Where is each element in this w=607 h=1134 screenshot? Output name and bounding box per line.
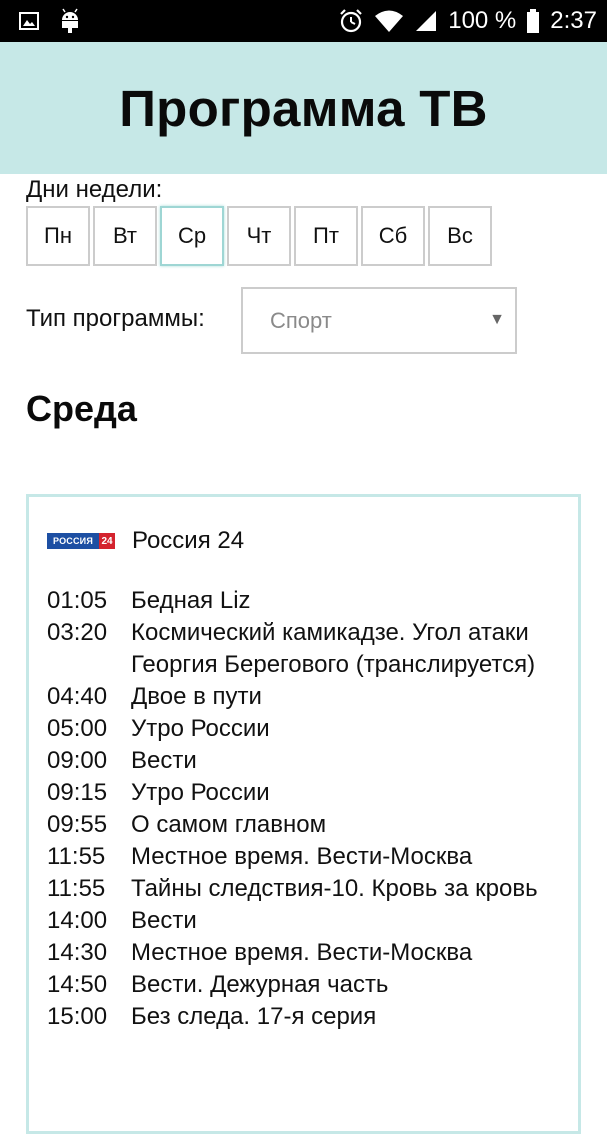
schedule-list: 01:05 Бедная Liz 03:20 Космический камик… <box>47 585 567 1033</box>
program-time: 04:40 <box>47 683 108 710</box>
program-time: 11:55 <box>47 875 106 902</box>
day-button-wed[interactable]: Ср <box>160 206 224 266</box>
app-header: Программа ТВ <box>0 42 607 174</box>
program-title: Утро России <box>131 715 270 742</box>
program-time: 03:20 <box>47 619 108 646</box>
program-title: О самом главном <box>131 811 327 838</box>
status-bar: 100 % 2:37 <box>0 0 607 42</box>
day-button-thu[interactable]: Чт <box>227 206 291 266</box>
program-title: Без следа. 17-я серия <box>131 1003 377 1030</box>
clock-time: 2:37 <box>550 7 597 34</box>
program-time: 14:50 <box>47 971 108 998</box>
status-left <box>18 8 82 39</box>
program-title: Местное время. Вести-Москва <box>131 843 473 870</box>
caret-down-icon: ▼ <box>489 311 505 328</box>
program-title: Вести <box>131 907 197 934</box>
program-title: Вести <box>131 747 197 774</box>
program-time: 09:00 <box>47 747 108 774</box>
status-right: 100 % 2:37 <box>338 0 597 42</box>
program-type-label: Тип программы: <box>26 305 205 332</box>
schedule-row: 04:40 Двое в пути <box>47 681 567 713</box>
channel-logo-number: 24 <box>99 533 115 549</box>
signal-icon <box>414 9 438 33</box>
program-title: Бедная Liz <box>131 587 251 614</box>
program-title: Тайны следствия-10. Кровь за кровь <box>131 875 538 902</box>
program-time: 14:30 <box>47 939 108 966</box>
program-type-value: Спорт <box>270 307 332 333</box>
program-time: 15:00 <box>47 1003 108 1030</box>
program-title: Космический камикадзе. Угол атаки Георги… <box>131 619 536 678</box>
page-title: Программа ТВ <box>119 79 488 137</box>
program-time: 11:55 <box>47 843 106 870</box>
program-title: Местное время. Вести-Москва <box>131 939 473 966</box>
program-type-select[interactable]: Спорт ▼ <box>241 287 517 354</box>
program-time: 09:15 <box>47 779 108 806</box>
day-button-mon[interactable]: Пн <box>26 206 90 266</box>
schedule-row: 03:20 Космический камикадзе. Угол атаки … <box>47 617 567 681</box>
days-selector: Пн Вт Ср Чт Пт Сб Вс <box>26 206 492 266</box>
image-icon <box>18 10 40 37</box>
battery-icon <box>526 8 540 34</box>
channel-card: РОССИЯ 24 Россия 24 01:05 Бедная Liz 03:… <box>26 494 581 1134</box>
channel-logo-text: РОССИЯ <box>47 533 99 549</box>
schedule-row: 15:00 Без следа. 17-я серия <box>47 1001 567 1033</box>
channel-logo: РОССИЯ 24 <box>47 533 115 549</box>
program-time: 05:00 <box>47 715 108 742</box>
schedule-row: 01:05 Бедная Liz <box>47 585 567 617</box>
wifi-icon <box>374 9 404 33</box>
program-time: 09:55 <box>47 811 108 838</box>
program-time: 01:05 <box>47 587 108 614</box>
day-heading: Среда <box>26 388 137 429</box>
schedule-row: 05:00 Утро России <box>47 713 567 745</box>
alarm-icon <box>338 8 364 34</box>
program-title: Утро России <box>131 779 270 806</box>
program-title: Вести. Дежурная часть <box>131 971 389 998</box>
channel-header: РОССИЯ 24 Россия 24 <box>47 527 244 555</box>
schedule-row: 09:55 О самом главном <box>47 809 567 841</box>
android-icon <box>58 8 82 39</box>
day-button-sat[interactable]: Сб <box>361 206 425 266</box>
schedule-row: 09:00 Вести <box>47 745 567 777</box>
schedule-row: 14:30 Местное время. Вести-Москва <box>47 937 567 969</box>
program-time: 14:00 <box>47 907 108 934</box>
day-button-fri[interactable]: Пт <box>294 206 358 266</box>
schedule-row: 14:00 Вести <box>47 905 567 937</box>
days-label: Дни недели: <box>26 176 163 203</box>
channel-name: Россия 24 <box>132 527 245 554</box>
schedule-row: 11:55 Тайны следствия-10. Кровь за кровь <box>47 873 567 905</box>
schedule-row: 11:55 Местное время. Вести-Москва <box>47 841 567 873</box>
day-button-sun[interactable]: Вс <box>428 206 492 266</box>
day-button-tue[interactable]: Вт <box>93 206 157 266</box>
battery-text: 100 % <box>448 7 517 34</box>
schedule-row: 14:50 Вести. Дежурная часть <box>47 969 567 1001</box>
program-title: Двое в пути <box>131 683 262 710</box>
schedule-row: 09:15 Утро России <box>47 777 567 809</box>
